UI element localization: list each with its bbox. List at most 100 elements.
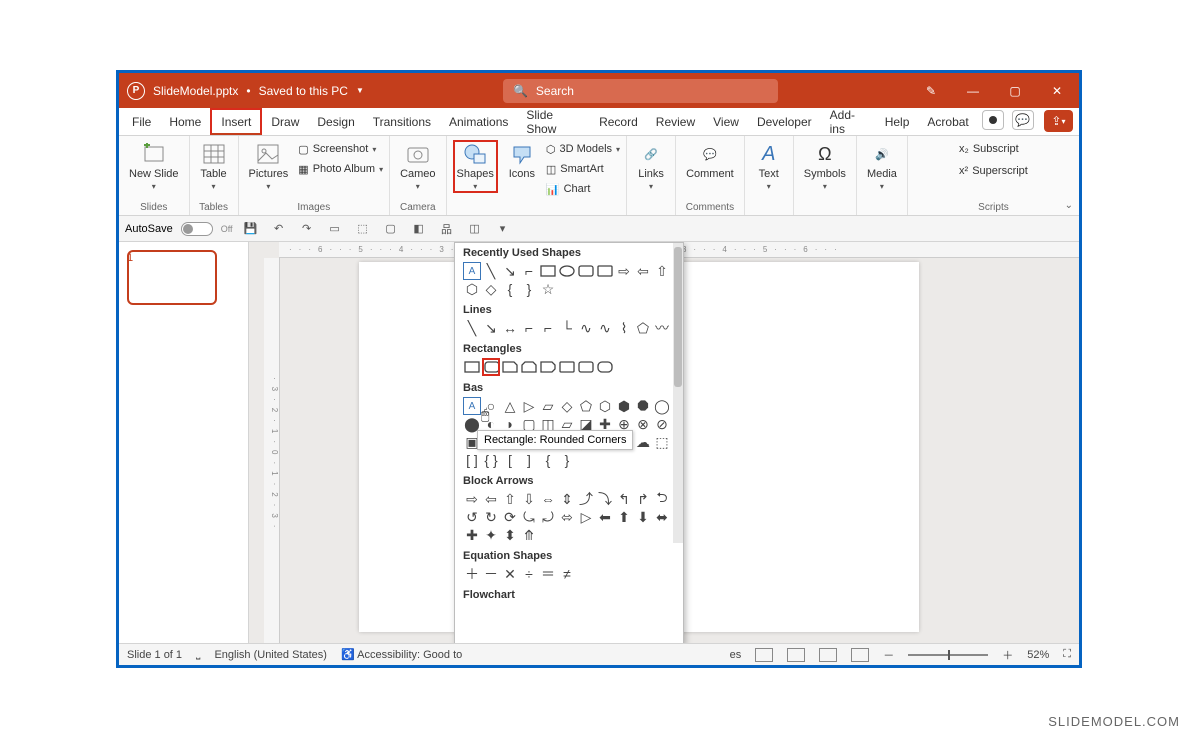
tab-home[interactable]: Home [160,108,210,135]
shape-arrow[interactable]: ⤴ [577,490,595,508]
shape-arrow[interactable]: ⬄ [558,508,576,526]
shape-heptagon[interactable]: ⬢ [615,397,633,415]
save-status[interactable]: Saved to this PC [259,84,348,98]
shape-octagon[interactable]: ⯃ [634,397,652,415]
shape-arrow[interactable]: ⬆ [615,508,633,526]
zoom-out-button[interactable]: － [883,647,894,663]
shape-line[interactable]: ╲ [482,262,500,280]
shape-rectangle[interactable] [463,358,481,376]
shape-curve[interactable]: ∿ [577,319,595,337]
cameo-button[interactable]: Cameo ▾ [396,140,439,193]
spellcheck-icon[interactable]: ⎵ [196,648,200,661]
qat-icon[interactable]: ◧ [409,219,429,239]
tab-design[interactable]: Design [308,108,363,135]
shape-plus[interactable]: ＋ [463,565,481,583]
reading-view-icon[interactable] [819,648,837,662]
slide-thumbnail[interactable] [127,250,217,305]
tab-review[interactable]: Review [647,108,704,135]
shape-brace[interactable]: } [520,280,538,298]
tab-record[interactable]: Record [590,108,647,135]
shape-hexagon[interactable]: ⬡ [596,397,614,415]
shape-freeform[interactable]: ⌇ [615,319,633,337]
shape-arrow[interactable]: ⇦ [482,490,500,508]
shape-parallelogram[interactable]: ▱ [539,397,557,415]
smartart-button[interactable]: ◫SmartArt [546,160,620,178]
accessibility-indicator[interactable]: ♿ Accessibility: Good to [341,648,462,661]
shape[interactable]: ⬚ [653,433,671,451]
save-icon[interactable]: 💾 [241,219,261,239]
shape-line[interactable]: ↔ [501,319,519,337]
superscript-button[interactable]: x²Superscript [959,162,1028,180]
shape-snip-rect[interactable] [520,358,538,376]
minimize-button[interactable]: — [959,77,987,105]
shape-multiply[interactable]: ✕ [501,565,519,583]
shape-minus[interactable]: － [482,565,500,583]
shape-line[interactable]: ╲ [463,319,481,337]
shape-arrow[interactable]: ⬇ [634,508,652,526]
tab-file[interactable]: File [123,108,160,135]
shape-scribble[interactable]: 〰 [653,319,671,337]
shape-freeform[interactable]: ⬠ [634,319,652,337]
close-button[interactable]: ✕ [1043,77,1071,105]
tab-insert[interactable]: Insert [210,108,262,135]
slideshow-view-icon[interactable] [851,648,869,662]
shape-decagon[interactable]: ◯ [653,397,671,415]
shape-round-rect[interactable] [596,358,614,376]
shape-arrow[interactable]: ✚ [463,526,481,544]
shape-arrow[interactable]: ✦ [482,526,500,544]
shape[interactable]: ◇ [482,280,500,298]
screenshot-button[interactable]: ▢Screenshot▾ [298,140,383,158]
shape-textbox[interactable]: A [463,397,481,415]
shapes-button[interactable]: Shapes ▾ [453,140,498,193]
fit-to-window-icon[interactable]: ⛶ [1063,648,1071,661]
shape-bracket[interactable]: [ [501,451,519,469]
normal-view-icon[interactable] [755,648,773,662]
tab-developer[interactable]: Developer [748,108,821,135]
shape-notequals[interactable]: ≠ [558,565,576,583]
shape-connector[interactable]: ⌐ [520,319,538,337]
shape-brace[interactable]: { [501,280,519,298]
shape-arrow[interactable]: ↺ [463,508,481,526]
table-button[interactable]: Table ▾ [196,140,232,193]
shape-arrow[interactable]: ⇦ [634,262,652,280]
shape[interactable]: ⊗ [634,415,652,433]
shape-snip-rect[interactable] [539,358,557,376]
shape-arrow[interactable]: ⮌ [653,490,671,508]
shape-arrow[interactable]: ⇕ [558,490,576,508]
new-slide-button[interactable]: New Slide ▾ [125,140,183,193]
shape-cloud[interactable]: ☁ [634,433,652,451]
language-indicator[interactable]: English (United States) [214,649,327,661]
shape-arrow[interactable]: ⤵ [596,490,614,508]
shape-arrow[interactable]: ⤾ [539,508,557,526]
shape-brace[interactable]: { [539,451,557,469]
shape-pentagon[interactable]: ⬠ [577,397,595,415]
links-button[interactable]: 🔗Links▾ [633,140,669,193]
shape-arrow[interactable]: ⇔ [539,490,557,508]
shape[interactable]: ⬡ [463,280,481,298]
scrollbar[interactable] [673,243,683,543]
shape-equals[interactable]: ＝ [539,565,557,583]
shape-arrow[interactable]: ⇩ [520,490,538,508]
shape-triangle[interactable]: △ [501,397,519,415]
undo-icon[interactable]: ↶ [269,219,289,239]
shape-triangle[interactable]: ▷ [520,397,538,415]
shape-connector[interactable]: └ [558,319,576,337]
shape-diamond[interactable]: ◇ [558,397,576,415]
record-icon[interactable] [982,110,1004,130]
zoom-in-button[interactable]: ＋ [1002,647,1013,663]
tab-help[interactable]: Help [876,108,919,135]
shape-arrow[interactable]: ↻ [482,508,500,526]
tab-animations[interactable]: Animations [440,108,517,135]
shape-arrow[interactable]: ⤿ [520,508,538,526]
media-button[interactable]: 🔊Media▾ [863,140,901,193]
shape-line[interactable]: ↘ [482,319,500,337]
tab-view[interactable]: View [704,108,748,135]
qat-icon[interactable]: ⬚ [353,219,373,239]
search-input[interactable]: 🔍 Search [503,79,778,103]
comment-button[interactable]: 💬Comment [682,140,738,182]
shape-roundrect[interactable] [596,262,614,280]
zoom-slider[interactable] [908,654,988,656]
shape-roundrect[interactable] [577,262,595,280]
shape-line[interactable]: ↘ [501,262,519,280]
shape-oval[interactable] [558,262,576,280]
